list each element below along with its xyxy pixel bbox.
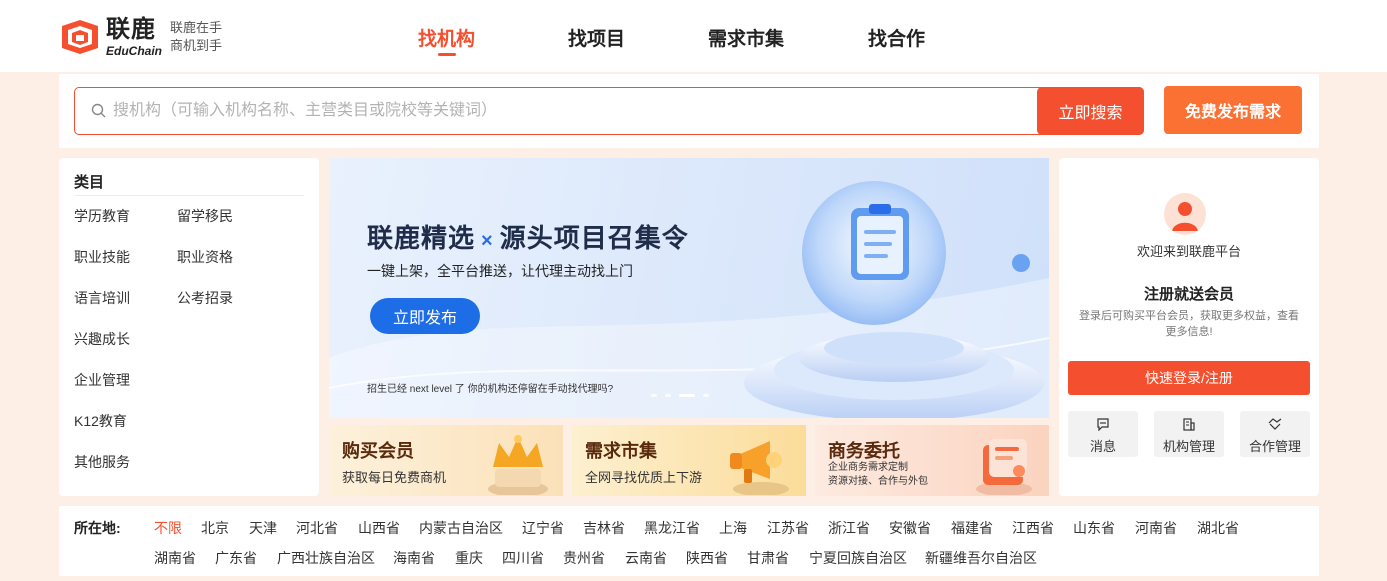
location-filter: 所在地: 不限 北京 天津 河北省 山西省 内蒙古自治区 辽宁省 吉林省 黑龙江…: [59, 506, 1319, 576]
location-option[interactable]: 辽宁省: [522, 518, 564, 538]
carousel-dot[interactable]: [703, 394, 709, 397]
quick-login-button[interactable]: 快速登录/注册: [1068, 361, 1310, 395]
location-option[interactable]: 广西壮族自治区: [277, 548, 375, 568]
carousel-dot[interactable]: [665, 394, 671, 397]
feature-card-business-delegation[interactable]: 商务委托 企业商务需求定制 资源对接、合作与外包: [815, 425, 1049, 496]
location-option[interactable]: 宁夏回族自治区: [809, 548, 907, 568]
location-option[interactable]: 海南省: [393, 548, 435, 568]
category-item[interactable]: 留学移民: [177, 206, 233, 226]
location-option[interactable]: 福建省: [951, 518, 993, 538]
carousel-dot-active[interactable]: [679, 394, 695, 397]
location-option[interactable]: 浙江省: [828, 518, 870, 538]
top-header: 联鹿 EduChain 联鹿在手 商机到手 找机构 找项目 需求市集 找合作: [0, 0, 1387, 72]
nav-active-indicator: [438, 53, 456, 56]
category-item[interactable]: 职业资格: [177, 247, 233, 267]
category-panel: 类目 学历教育 留学移民 职业技能 职业资格 语言培训 公考招录 兴趣成长 企业…: [59, 158, 319, 496]
quick-link-messages[interactable]: 消息: [1068, 411, 1138, 457]
feature-title: 购买会员: [342, 441, 414, 461]
location-option[interactable]: 云南省: [625, 548, 667, 568]
location-option[interactable]: 河北省: [296, 518, 338, 538]
nav-find-project[interactable]: 找项目: [568, 24, 625, 51]
quick-link-label: 合作管理: [1248, 439, 1301, 454]
register-promo-title: 注册就送会员: [1143, 286, 1234, 303]
location-option[interactable]: 天津: [249, 518, 277, 538]
banner-subtitle: 一键上架，全平台推送，让代理主动找上门: [367, 263, 633, 279]
category-item[interactable]: 其他服务: [74, 452, 130, 472]
location-option[interactable]: 江西省: [1012, 518, 1054, 538]
quick-link-institution-manage[interactable]: 机构管理: [1154, 411, 1224, 457]
promo-banner[interactable]: 联鹿精选 × 源头项目召集令 一键上架，全平台推送，让代理主动找上门 立即发布 招生…: [329, 158, 1049, 418]
nav-find-cooperation[interactable]: 找合作: [868, 24, 925, 51]
nav-find-institution[interactable]: 找机构: [418, 24, 475, 51]
category-item[interactable]: 企业管理: [74, 370, 130, 390]
carousel-dots: [651, 394, 709, 397]
location-option[interactable]: 内蒙古自治区: [419, 518, 503, 538]
welcome-text: 欢迎来到联鹿平台: [1136, 244, 1241, 259]
banner-art: [329, 181, 1049, 418]
feature-card-membership[interactable]: 购买会员 获取每日免费商机: [329, 425, 563, 496]
location-option[interactable]: 甘肃省: [747, 548, 789, 568]
user-panel: 欢迎来到联鹿平台 注册就送会员 登录后可购买平台会员，获取更多权益，查看更多信息…: [1059, 158, 1319, 496]
location-option[interactable]: 山东省: [1073, 518, 1115, 538]
location-option[interactable]: 河南省: [1135, 518, 1177, 538]
nav-demand-market[interactable]: 需求市集: [708, 24, 784, 51]
location-option[interactable]: 贵州省: [563, 548, 605, 568]
register-promo-description: 登录后可购买平台会员，获取更多权益，查看更多信息!: [1079, 310, 1299, 338]
location-option[interactable]: 安徽省: [889, 518, 931, 538]
carousel-dot[interactable]: [651, 394, 657, 397]
megaphone-icon: [730, 441, 789, 495]
location-option[interactable]: 广东省: [215, 548, 257, 568]
document-stack-icon: [976, 439, 1032, 495]
location-option[interactable]: 上海: [719, 518, 747, 538]
publish-demand-button[interactable]: 免费发布需求: [1164, 86, 1302, 134]
search-box[interactable]: [74, 87, 1144, 135]
location-option[interactable]: 四川省: [502, 548, 544, 568]
banner-note: 招生已经 next level 了 你的机构还停留在手动找代理吗?: [367, 384, 614, 395]
location-option[interactable]: 黑龙江省: [644, 518, 700, 538]
feature-subtitle: 获取每日免费商机: [342, 470, 447, 485]
feature-subtitle: 企业商务需求定制 资源对接、合作与外包: [828, 462, 928, 487]
building-icon: [1182, 417, 1196, 431]
feature-subtitle: 全网寻找优质上下游: [585, 470, 703, 485]
category-title: 类目: [74, 174, 105, 191]
banner-title: 联鹿精选 × 源头项目召集令: [367, 223, 689, 253]
location-option[interactable]: 北京: [201, 518, 229, 538]
category-item[interactable]: K12教育: [74, 411, 127, 431]
category-item[interactable]: 公考招录: [177, 288, 233, 308]
category-item[interactable]: 职业技能: [74, 247, 130, 267]
feature-title: 商务委托: [828, 441, 900, 461]
location-option[interactable]: 陕西省: [686, 548, 728, 568]
location-option[interactable]: 吉林省: [583, 518, 625, 538]
location-label: 所在地:: [74, 520, 121, 536]
quick-link-cooperation-manage[interactable]: 合作管理: [1240, 411, 1310, 457]
category-item[interactable]: 学历教育: [74, 206, 130, 226]
handshake-icon: [1268, 417, 1282, 431]
search-button[interactable]: 立即搜索: [1037, 87, 1144, 135]
banner-publish-button[interactable]: 立即发布: [370, 298, 480, 334]
main-nav: 找机构 找项目 需求市集 找合作: [0, 24, 1387, 64]
location-option[interactable]: 湖南省: [154, 548, 196, 568]
avatar[interactable]: [1164, 193, 1206, 235]
quick-link-label: 机构管理: [1162, 439, 1215, 454]
search-icon: [91, 103, 106, 118]
category-item[interactable]: 语言培训: [74, 288, 130, 308]
location-option[interactable]: 山西省: [358, 518, 400, 538]
feature-card-demand-market[interactable]: 需求市集 全网寻找优质上下游: [572, 425, 806, 496]
feature-title: 需求市集: [585, 441, 657, 461]
location-option[interactable]: 江苏省: [767, 518, 809, 538]
location-option[interactable]: 新疆维吾尔自治区: [925, 548, 1037, 568]
location-option[interactable]: 湖北省: [1197, 518, 1239, 538]
quick-link-label: 消息: [1089, 439, 1116, 454]
crown-icon: [488, 435, 548, 495]
search-input[interactable]: [113, 88, 1013, 134]
message-icon: [1096, 417, 1110, 432]
category-divider: [74, 195, 304, 196]
category-item[interactable]: 兴趣成长: [74, 329, 130, 349]
location-option[interactable]: 重庆: [455, 548, 483, 568]
location-option-all[interactable]: 不限: [154, 518, 182, 538]
